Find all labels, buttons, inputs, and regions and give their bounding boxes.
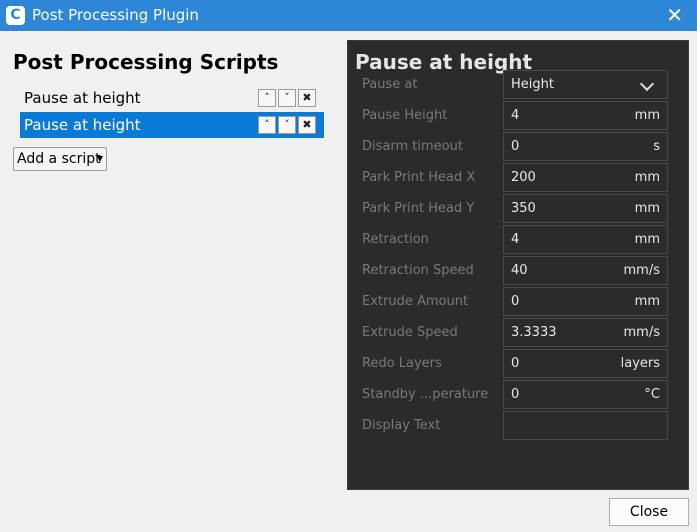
remove-script-icon[interactable]: ✖ (298, 116, 316, 134)
script-item-selected[interactable]: Pause at height ˄ ˅ ✖ (20, 112, 324, 138)
window-title: Post Processing Plugin (32, 6, 199, 24)
setting-label: Pause Height (362, 108, 448, 123)
setting-unit: mm (634, 108, 660, 123)
pause-height-input[interactable]: 4 mm (503, 101, 668, 130)
redo-layers-input[interactable]: 0 layers (503, 349, 668, 378)
script-label: Pause at height (24, 116, 141, 134)
setting-row-retraction: Retraction 4 mm (348, 225, 688, 256)
chevron-down-icon (639, 76, 655, 92)
setting-label: Pause at (362, 77, 418, 92)
setting-label: Retraction Speed (362, 263, 474, 278)
script-item[interactable]: Pause at height ˄ ˅ ✖ (20, 85, 324, 111)
close-window-icon[interactable]: ✕ (666, 3, 683, 27)
setting-value: 40 (511, 263, 528, 278)
park-head-y-input[interactable]: 350 mm (503, 194, 668, 223)
setting-row-extrude-amount: Extrude Amount 0 mm (348, 287, 688, 318)
disarm-timeout-input[interactable]: 0 s (503, 132, 668, 161)
setting-row-disarm-timeout: Disarm timeout 0 s (348, 132, 688, 163)
cura-app-icon: C (6, 6, 25, 25)
script-label: Pause at height (24, 89, 141, 107)
retraction-input[interactable]: 4 mm (503, 225, 668, 254)
setting-unit: mm (634, 232, 660, 247)
retraction-speed-input[interactable]: 40 mm/s (503, 256, 668, 285)
display-text-input[interactable] (503, 411, 668, 440)
setting-value: Height (511, 77, 554, 92)
setting-value: 200 (511, 170, 536, 185)
setting-label: Extrude Amount (362, 294, 469, 309)
add-script-label: Add a script (17, 151, 101, 167)
setting-label: Standby ...perature (362, 387, 489, 402)
move-down-icon[interactable]: ˅ (278, 116, 296, 134)
pause-at-dropdown[interactable]: Height (503, 70, 668, 99)
extrude-speed-input[interactable]: 3.3333 mm/s (503, 318, 668, 347)
setting-label: Redo Layers (362, 356, 442, 371)
setting-unit: layers (620, 356, 660, 371)
setting-value: 0 (511, 356, 520, 371)
setting-unit: mm/s (623, 263, 660, 278)
setting-value: 0 (511, 139, 520, 154)
setting-label: Park Print Head X (362, 170, 476, 185)
extrude-amount-input[interactable]: 0 mm (503, 287, 668, 316)
setting-row-park-y: Park Print Head Y 350 mm (348, 194, 688, 225)
setting-label: Retraction (362, 232, 429, 247)
setting-row-pause-at: Pause at Height (348, 70, 688, 101)
move-down-icon[interactable]: ˅ (278, 89, 296, 107)
setting-value: 0 (511, 294, 520, 309)
setting-value: 4 (511, 108, 520, 123)
setting-label: Disarm timeout (362, 139, 463, 154)
setting-unit: mm/s (623, 325, 660, 340)
script-settings-panel: Pause at height Pause at Height Pause He… (347, 40, 689, 490)
setting-row-retraction-speed: Retraction Speed 40 mm/s (348, 256, 688, 287)
setting-row-park-x: Park Print Head X 200 mm (348, 163, 688, 194)
dropdown-caret-icon: ▼ (96, 154, 103, 163)
setting-value: 4 (511, 232, 520, 247)
setting-row-display-text: Display Text (348, 411, 688, 442)
standby-temperature-input[interactable]: 0 °C (503, 380, 668, 409)
setting-row-pause-height: Pause Height 4 mm (348, 101, 688, 132)
move-up-icon[interactable]: ˄ (258, 116, 276, 134)
setting-label: Extrude Speed (362, 325, 458, 340)
title-bar: C Post Processing Plugin ✕ (0, 0, 697, 31)
setting-row-standby-temperature: Standby ...perature 0 °C (348, 380, 688, 411)
scripts-heading: Post Processing Scripts (13, 50, 279, 74)
setting-value: 3.3333 (511, 325, 557, 340)
setting-unit: mm (634, 294, 660, 309)
setting-unit: mm (634, 201, 660, 216)
add-script-button[interactable]: Add a script ▼ (13, 147, 107, 171)
close-button[interactable]: Close (609, 498, 689, 526)
setting-unit: mm (634, 170, 660, 185)
setting-label: Park Print Head Y (362, 201, 475, 216)
setting-value: 0 (511, 387, 520, 402)
park-head-x-input[interactable]: 200 mm (503, 163, 668, 192)
setting-label: Display Text (362, 418, 441, 433)
setting-value: 350 (511, 201, 536, 216)
remove-script-icon[interactable]: ✖ (298, 89, 316, 107)
setting-row-extrude-speed: Extrude Speed 3.3333 mm/s (348, 318, 688, 349)
setting-unit: °C (644, 387, 660, 402)
setting-row-redo-layers: Redo Layers 0 layers (348, 349, 688, 380)
move-up-icon[interactable]: ˄ (258, 89, 276, 107)
setting-unit: s (653, 139, 660, 154)
